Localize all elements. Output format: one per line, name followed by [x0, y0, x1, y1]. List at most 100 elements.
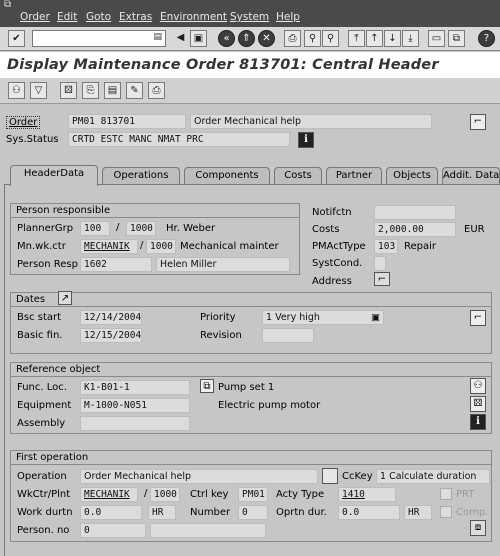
previous-page-icon[interactable]: ↑ — [366, 30, 383, 47]
tab-objects[interactable]: Objects — [386, 167, 438, 185]
systcond-field[interactable] — [374, 256, 386, 271]
costs-field: 2,000.00 — [374, 222, 456, 237]
print-order-icon[interactable]: ⎙ — [148, 82, 165, 99]
work-unit-field[interactable]: HR — [148, 505, 176, 520]
order-field[interactable]: PM01 813701 — [68, 114, 186, 129]
comp-label: Comp. — [456, 507, 489, 518]
menu-environment[interactable]: Environment — [160, 11, 227, 23]
sys-status-field[interactable]: CRTD ESTC MANC NMAT PRC — [68, 132, 290, 147]
planner-grp-field[interactable]: 100 — [80, 221, 110, 236]
hierarchy-icon[interactable]: ⚇ — [8, 82, 25, 99]
back-arrow-icon[interactable]: ◀ — [172, 30, 189, 47]
cckey-dropdown[interactable]: 1 Calculate duration — [376, 469, 490, 484]
address-icon[interactable]: ⌐ — [374, 272, 390, 286]
planner-plant-field[interactable]: 1000 — [126, 221, 156, 236]
schedule-icon[interactable]: ⌐ — [470, 310, 486, 326]
shortcut-icon[interactable]: ⧉ — [448, 30, 465, 47]
long-text-button[interactable] — [322, 468, 338, 484]
order-description[interactable]: Order Mechanical help — [190, 114, 432, 129]
operation-field[interactable]: Order Mechanical help — [80, 469, 318, 484]
person-no-field[interactable]: 0 — [80, 523, 146, 538]
tab-addit-data[interactable]: Addit. Data — [442, 167, 500, 185]
menu-order[interactable]: Order — [20, 11, 50, 23]
last-page-icon[interactable]: ⤓ — [402, 30, 419, 47]
info-icon[interactable]: i — [298, 132, 314, 148]
first-page-icon[interactable]: ⤒ — [348, 30, 365, 47]
tab-partner[interactable]: Partner — [326, 167, 382, 185]
command-field[interactable]: ▤ — [32, 30, 166, 47]
wkctr-plant-field[interactable]: 1000 — [150, 487, 180, 502]
func-loc-desc: Pump set 1 — [218, 382, 275, 393]
menu-help[interactable]: Help — [276, 11, 300, 23]
assembly-field[interactable] — [80, 416, 190, 431]
tab-header-data[interactable]: HeaderData — [10, 165, 98, 186]
find-next-icon[interactable]: ⚲ — [322, 30, 339, 47]
revision-field[interactable] — [262, 328, 314, 343]
system-menu-icon[interactable]: ⧉ — [4, 0, 18, 10]
document-icon[interactable]: ▤ — [104, 82, 121, 99]
cckey-value: 1 Calculate duration — [380, 471, 477, 482]
page-title: Display Maintenance Order 813701: Centra… — [7, 57, 439, 73]
oprtn-dur-field[interactable]: 0.0 — [338, 505, 400, 520]
mnwkctr-field[interactable]: MECHANIK — [80, 239, 138, 254]
print-icon[interactable]: ⎙ — [284, 30, 301, 47]
exit-icon[interactable]: ⇑ — [238, 30, 255, 47]
acty-type-field[interactable]: 1410 — [338, 487, 396, 502]
wkctr-field[interactable]: MECHANIK — [80, 487, 138, 502]
object-info-icon[interactable]: ⚄ — [470, 396, 486, 412]
order-label: Order — [6, 116, 41, 129]
save-icon[interactable]: ▣ — [190, 30, 207, 47]
menu-edit[interactable]: Edit — [57, 11, 77, 23]
help-icon[interactable]: ? — [478, 30, 495, 47]
tab-operations[interactable]: Operations — [102, 167, 180, 185]
title-bar: Display Maintenance Order 813701: Centra… — [0, 52, 500, 78]
prt-checkbox[interactable] — [440, 488, 452, 500]
edit-pencil-icon[interactable]: ✎ — [126, 82, 143, 99]
mnwkctr-plant-field[interactable]: 1000 — [146, 239, 176, 254]
ctrl-key-field[interactable]: PM01 — [238, 487, 268, 502]
notifctn-field[interactable] — [374, 205, 456, 220]
dropdown-icon[interactable]: ▣ — [371, 311, 380, 324]
basic-fin-field[interactable]: 12/15/2004 — [80, 328, 142, 343]
copy-icon[interactable]: ⎘ — [82, 82, 99, 99]
tab-costs[interactable]: Costs — [274, 167, 322, 185]
hierarchy-icon[interactable]: ⚇ — [470, 378, 486, 394]
priority-label: Priority — [200, 312, 236, 323]
person-resp-field[interactable]: 1602 — [80, 257, 152, 272]
comp-checkbox[interactable] — [440, 506, 452, 518]
find-icon[interactable]: ⚲ — [304, 30, 321, 47]
func-loc-field[interactable]: K1-B01-1 — [80, 380, 190, 395]
menu-extras[interactable]: Extras — [119, 11, 152, 23]
cckey-label: CcKey — [342, 471, 373, 482]
next-page-icon[interactable]: ↓ — [384, 30, 401, 47]
cancel-icon[interactable]: ✕ — [258, 30, 275, 47]
bsc-start-field[interactable]: 12/14/2004 — [80, 310, 142, 325]
operation-details-icon[interactable]: ⧈ — [470, 520, 486, 536]
structure-icon[interactable]: ⚄ — [60, 82, 77, 99]
group-header — [11, 293, 491, 307]
menu-goto[interactable]: Goto — [86, 11, 111, 23]
oprtn-dur-label: Oprtn dur. — [276, 507, 327, 518]
menu-system[interactable]: System — [230, 11, 269, 23]
acty-type-label: Acty Type — [276, 489, 325, 500]
dates-settings-icon[interactable]: ↗ — [58, 291, 72, 305]
oprtn-unit-field[interactable]: HR — [404, 505, 432, 520]
pmacttype-label: PMActType — [312, 241, 366, 252]
planner-name: Hr. Weber — [166, 223, 216, 234]
back-icon[interactable]: « — [218, 30, 235, 47]
group-title: Person responsible — [16, 205, 111, 216]
new-session-icon[interactable]: ▭ — [428, 30, 445, 47]
tab-components[interactable]: Components — [184, 167, 270, 185]
long-text-icon[interactable]: ⌐ — [470, 114, 486, 130]
info-icon[interactable]: i — [470, 414, 486, 430]
pmacttype-field[interactable]: 103 — [374, 239, 398, 254]
number-field[interactable]: 0 — [238, 505, 268, 520]
structure-list-icon[interactable]: ⧉ — [200, 379, 214, 393]
filter-icon[interactable]: ▽ — [30, 82, 47, 99]
work-durtn-field[interactable]: 0.0 — [80, 505, 142, 520]
enter-check-icon[interactable]: ✔ — [8, 30, 25, 47]
priority-dropdown[interactable]: 1 Very high ▣ — [262, 310, 384, 325]
equipment-field[interactable]: M-1000-N051 — [80, 398, 190, 413]
command-history-icon[interactable]: ▤ — [153, 32, 162, 42]
person-no-label: Person. no — [17, 525, 70, 536]
